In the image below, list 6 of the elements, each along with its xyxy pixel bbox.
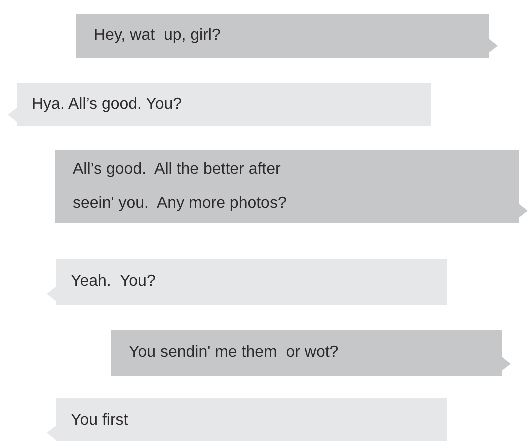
message-bubble: Hey, wat up, girl? — [76, 14, 498, 58]
message-bubble: You first — [47, 398, 447, 441]
message-bubble: Yeah. You? — [47, 259, 447, 305]
message-bubble: You sendin' me them or wot? — [111, 330, 511, 376]
message-bubble: Hya. All’s good. You? — [8, 83, 431, 126]
message-bubble: All’s good. All the better after seein' you. Any more photos? — [55, 150, 528, 223]
